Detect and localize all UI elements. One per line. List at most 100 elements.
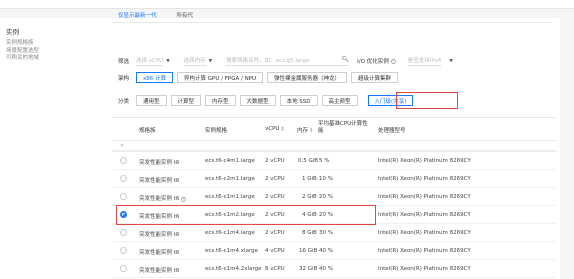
vcpu-select-text: 选择 vCPU [136,58,164,66]
caret-down-icon: ▼ [166,58,170,64]
search-placeholder: 搜索规格名称，如：ecs.g5.large [226,58,310,64]
col-header-memory-label: 内存 [297,128,309,134]
top-strip [0,0,574,9]
cell-vcpu: 2 vCPU [265,158,285,164]
sort-icon[interactable]: ▲ ▼ [310,127,312,133]
cell-memory: 0.5 GiB [298,158,319,164]
help-icon[interactable]: ? [181,196,187,202]
cell-spec: ecs.t6-c2m1.large [205,176,255,182]
cell-family: 突发性能实例 t6 ? [139,194,187,202]
row-radio[interactable] [120,247,127,254]
cell-memory: 1 GiB [302,176,317,182]
cell-family: 突发性能实例 t6 [139,268,180,274]
category-highlight-box [396,92,458,109]
cell-performance: 40 % [319,266,333,272]
cell-processor: Intel(R) Xeon(R) Platinum 8269CY [378,266,471,272]
cell-memory: 16 GiB [299,248,318,254]
sort-icon[interactable]: ▲ ▼ [281,126,283,132]
ipv6-select-text: 是否支持IPv6 [407,58,442,66]
left-nav-title: 实例 [6,28,19,36]
category-option-compute[interactable]: 计算型 [170,95,202,106]
cell-performance: 10 % [319,176,333,182]
tab-divider [112,22,552,23]
cell-processor: Intel(R) Xeon(R) Platinum 8269CY [378,158,471,164]
io-optimized-label: I/O 优化实例 [357,59,389,65]
table-row[interactable]: 突发性能实例 t6 ecs.t6-c1m4.large 2 vCPU 8 GiB… [112,224,556,242]
help-icon[interactable]: ? [390,58,396,64]
row-radio[interactable] [120,265,127,272]
left-nav-link-scenarios[interactable]: 场景配置选型 [6,48,86,56]
cell-memory: 2 GiB [302,194,317,200]
left-nav-link-regions[interactable]: 可购买的地域 [6,55,86,63]
spec-search-input[interactable]: 搜索规格名称，如：ecs.g5.large 🔍︎ [226,56,350,66]
cell-memory: 32 GiB [299,266,318,272]
architecture-row: 架构 x86 计算 异构计算 GPU / FPGA / NPU 弹性裸金属服务器… [118,72,402,83]
scroll-left-icon[interactable]: < [120,143,124,149]
table-row[interactable]: 突发性能实例 t6 ecs.t6-c1m4.2xlarge 8 vCPU 32 … [112,260,556,278]
category-option-memory[interactable]: 内存型 [205,95,236,106]
cell-processor: Intel(R) Xeon(R) Platinum 8269CY [378,212,471,218]
table-row[interactable]: 突发性能实例 t6 ecs.t6-c1m4.xlarge 4 vCPU 16 G… [112,242,556,260]
cell-family: 突发性能实例 t6 [139,250,180,256]
cell-spec: ecs.t6-c4m1.large [205,158,255,164]
caret-down-icon: ▼ [208,58,213,64]
io-optimized-select[interactable]: I/O 优化实例 ? [357,57,396,65]
col-header-vcpu[interactable]: vCPU ▲ ▼ [265,126,284,133]
table-row[interactable]: 突发性能实例 t6 ecs.t6-c2m1.large 2 vCPU 1 GiB… [112,170,556,188]
selected-row-highlight-box [116,205,376,225]
row-radio[interactable] [120,157,127,164]
cell-spec: ecs.t6-c1m4.xlarge [205,248,258,254]
architecture-label: 架构 [118,75,130,82]
col-header-baseline-performance: 平均基准CPU计算性能 [318,121,368,134]
search-icon[interactable]: 🔍︎ [342,56,350,64]
category-option-general[interactable]: 通用型 [136,95,167,106]
arch-option-heterogeneous[interactable]: 异构计算 GPU / FPGA / NPU [177,72,264,83]
col-header-processor: 处理器型号 [378,128,406,134]
table-row[interactable]: 突发性能实例 t6 ecs.t6-c4m1.large 2 vCPU 0.5 G… [112,152,556,170]
cell-performance: 5 % [319,158,330,164]
filter-row: 筛选 选择 vCPU ▼ 选择内存 ▼ 搜索规格名称，如：ecs.g5.larg… [118,56,453,66]
cell-vcpu: 8 vCPU [265,266,285,272]
col-header-memory[interactable]: 内存 ▲ ▼ [297,126,312,135]
cell-performance: 30 % [319,230,333,236]
cell-family: 突发性能实例 t6 [139,232,180,238]
cell-vcpu: 4 vCPU [265,248,285,254]
category-row: 分类 通用型 计算型 内存型 大数据型 本地 SSD 高主频型 入门级(共享) [118,95,417,106]
arch-option-bare-metal[interactable]: 弹性裸金属服务器（神龙） [267,72,348,83]
cell-performance: 20 % [319,194,333,200]
caret-down-icon: ▼ [449,58,453,64]
filter-label: 筛选 [118,59,130,65]
left-nav-link-families[interactable]: 实例规格族 [6,40,86,48]
category-option-big-data[interactable]: 大数据型 [239,95,276,106]
col-header-spec: 实例规格 [205,128,228,134]
arch-option-super-computing[interactable]: 超级计算集群 [351,72,399,83]
memory-select[interactable]: 选择内存 ▼ [183,56,213,66]
cell-vcpu: 2 vCPU [265,194,285,200]
cell-spec: ecs.t6-c1m4.large [205,230,255,236]
row-radio[interactable] [120,175,127,182]
cell-performance: 40 % [319,248,333,254]
ipv6-select[interactable]: 是否支持IPv6 ▼ [407,56,453,66]
cell-vcpu: 2 vCPU [265,176,285,182]
category-option-high-frequency[interactable]: 高主频型 [321,95,358,106]
category-label: 分类 [118,98,130,105]
left-nav: 实例 实例规格族 场景配置选型 可购买的地域 [6,26,86,63]
memory-select-text: 选择内存 [183,58,206,66]
col-header-vcpu-label: vCPU [265,126,280,132]
cell-spec: ecs.t6-c1m4.2xlarge [205,266,262,272]
col-header-family: 规格族 [139,128,156,134]
table-row[interactable]: 突发性能实例 t6 ? ecs.t6-c1m1.large 2 vCPU 2 G… [112,188,556,206]
cell-family-text: 突发性能实例 t6 [139,196,180,202]
cell-processor: Intel(R) Xeon(R) Platinum 8269CY [378,176,471,182]
cell-family: 突发性能实例 t6 [139,160,180,166]
cell-spec: ecs.t6-c1m1.large [205,194,255,200]
row-radio[interactable] [120,193,127,200]
cell-processor: Intel(R) Xeon(R) Platinum 8269CY [378,230,471,236]
cell-family: 突发性能实例 t6 [139,178,180,184]
row-radio[interactable] [120,229,127,236]
vcpu-select[interactable]: 选择 vCPU ▼ [136,56,170,66]
arch-option-x86[interactable]: x86 计算 [136,72,174,83]
table-header: 规格族 实例规格 vCPU ▲ ▼ 内存 ▲ ▼ 平均基准CPU计算性能 处理器型号 [112,117,556,141]
cell-processor: Intel(R) Xeon(R) Platinum 8269CY [378,248,471,254]
category-option-local-ssd[interactable]: 本地 SSD [279,95,318,106]
